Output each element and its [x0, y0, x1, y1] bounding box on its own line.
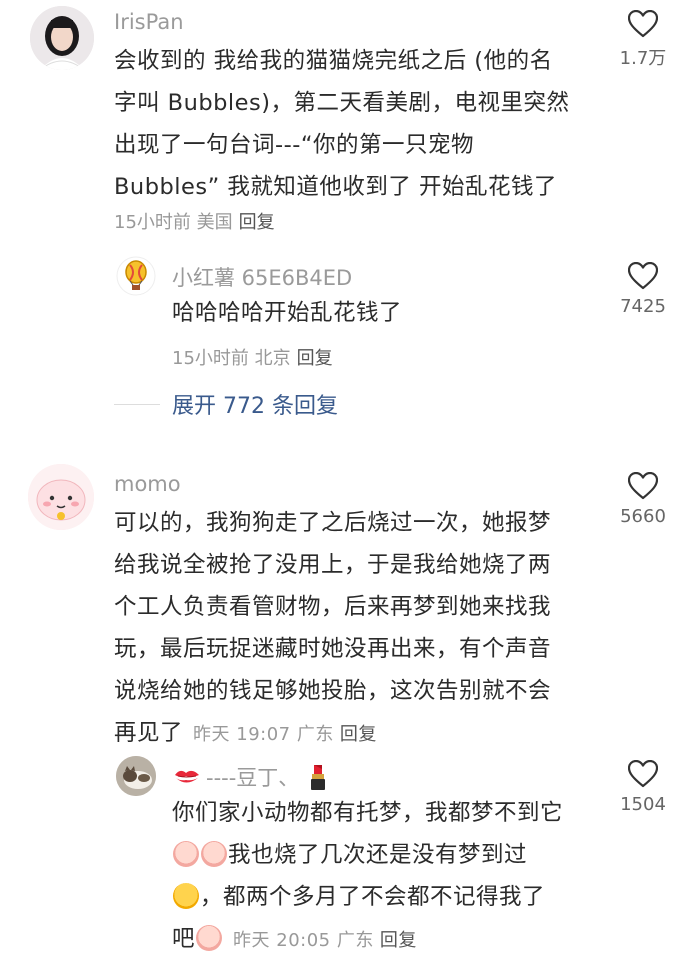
reply-text: 你们家小动物都有托梦，我都梦不到它 我也烧了几次还是没有梦到过 ，都两个多月了不… — [172, 792, 602, 962]
reply-button[interactable]: 回复 — [239, 212, 275, 233]
comment-username[interactable]: momo — [114, 472, 181, 496]
person-avatar-icon — [30, 6, 94, 70]
reply-text-line: ，都两个多月了不会都不记得我了 — [200, 884, 546, 910]
like-count: 5660 — [620, 506, 666, 527]
comment-text-line: 出现了一句台词---“你的第一只宠物 — [114, 132, 475, 158]
like-count: 1504 — [620, 794, 666, 815]
comment-text: 可以的，我狗狗走了之后烧过一次，她报梦 给我说全被抢了没用上，于是我给她烧了两 … — [114, 502, 604, 756]
reply-time-location: 15小时前 北京 — [172, 348, 291, 369]
reply-button[interactable]: 回复 — [380, 930, 417, 951]
comment-time-location: 15小时前 美国 — [114, 212, 233, 233]
heart-outline-icon — [628, 10, 658, 38]
expand-replies-button[interactable]: 展开 772 条回复 — [114, 388, 338, 420]
like-button[interactable]: 5660 — [608, 472, 678, 527]
comment-text-line: 会收到的 我给我的猫猫烧完纸之后 (他的名 — [114, 48, 553, 74]
avatar[interactable] — [30, 6, 94, 70]
comment-text-line: 字叫 Bubbles)，第二天看美剧，电视里突然 — [114, 90, 570, 116]
comment-text-line: Bubbles” 我就知道他收到了 开始乱花钱了 — [114, 174, 558, 200]
like-button[interactable]: 1.7万 — [608, 10, 678, 70]
crying-sticker-icon — [173, 841, 199, 867]
comment-text-line: 说烧给她的钱足够她投胎，这次告别就不会 — [114, 678, 552, 704]
like-count: 1.7万 — [619, 48, 667, 69]
comment-text-line: 玩，最后玩捉迷藏时她没再出来，有个声音 — [114, 636, 552, 662]
comment-username[interactable]: IrisPan — [114, 10, 184, 34]
heart-outline-icon — [628, 760, 658, 788]
crying-sticker-icon — [196, 925, 223, 951]
reply-text-line-with-emoji: 我也烧了几次还是没有梦到过 — [172, 834, 602, 876]
heart-outline-icon — [628, 262, 658, 290]
comment-time-location: 昨天 19:07 广东 — [193, 724, 334, 745]
hot-air-balloon-avatar-icon — [116, 256, 156, 296]
avatar[interactable] — [116, 756, 156, 796]
reply-text-line: 吧 — [172, 926, 196, 952]
comment-text-line: 个工人负责看管财物，后来再梦到她来找我 — [114, 594, 552, 620]
cat-photo-avatar-icon — [116, 756, 156, 796]
like-count: 7425 — [620, 296, 666, 317]
expand-replies-label[interactable]: 展开 772 条回复 — [172, 388, 338, 420]
like-button[interactable]: 7425 — [608, 262, 678, 317]
comment-text-line: 再见了 — [114, 720, 184, 746]
comment-text-line: 可以的，我狗狗走了之后烧过一次，她报梦 — [114, 510, 552, 536]
avatar[interactable] — [28, 464, 94, 530]
reply-text-line-with-emoji: ，都两个多月了不会都不记得我了 — [172, 876, 602, 918]
crying-sticker-icon — [201, 841, 227, 867]
reply-meta: 15小时前 北京 回复 — [172, 344, 333, 370]
reply-meta: 昨天 20:05 广东 回复 — [233, 930, 417, 951]
comment-text: 会收到的 我给我的猫猫烧完纸之后 (他的名 字叫 Bubbles)，第二天看美剧… — [114, 40, 604, 208]
kiss-mark-icon — [175, 770, 199, 783]
like-button[interactable]: 1504 — [608, 760, 678, 815]
reply-button[interactable]: 回复 — [340, 724, 377, 745]
comment-text-line: 给我说全被抢了没用上，于是我给她烧了两 — [114, 552, 552, 578]
heart-outline-icon — [628, 472, 658, 500]
reply-text: 哈哈哈哈开始乱花钱了 — [172, 300, 403, 326]
reply-button[interactable]: 回复 — [297, 348, 333, 369]
cartoon-pink-bear-avatar-icon — [28, 464, 94, 530]
lipstick-icon — [311, 765, 326, 790]
reply-time-location: 昨天 20:05 广东 — [233, 930, 374, 951]
comment-meta: 昨天 19:07 广东 回复 — [193, 724, 377, 745]
reply-username[interactable]: 小红薯 65E6B4ED — [172, 262, 352, 292]
divider — [114, 403, 160, 405]
reply-username-row[interactable]: ----豆丁、 — [172, 762, 331, 792]
reply-text-line: 我也烧了几次还是没有梦到过 — [228, 842, 528, 868]
comment-meta: 15小时前 美国 回复 — [114, 208, 275, 234]
reply-text-line: 你们家小动物都有托梦，我都梦不到它 — [172, 800, 564, 826]
loudly-crying-face-icon — [173, 883, 199, 909]
avatar[interactable] — [116, 256, 156, 296]
reply-last-line: 吧 昨天 20:05 广东 回复 — [172, 918, 602, 962]
reply-username[interactable]: ----豆丁、 — [206, 762, 299, 792]
comment-last-line: 再见了 昨天 19:07 广东 回复 — [114, 712, 604, 756]
